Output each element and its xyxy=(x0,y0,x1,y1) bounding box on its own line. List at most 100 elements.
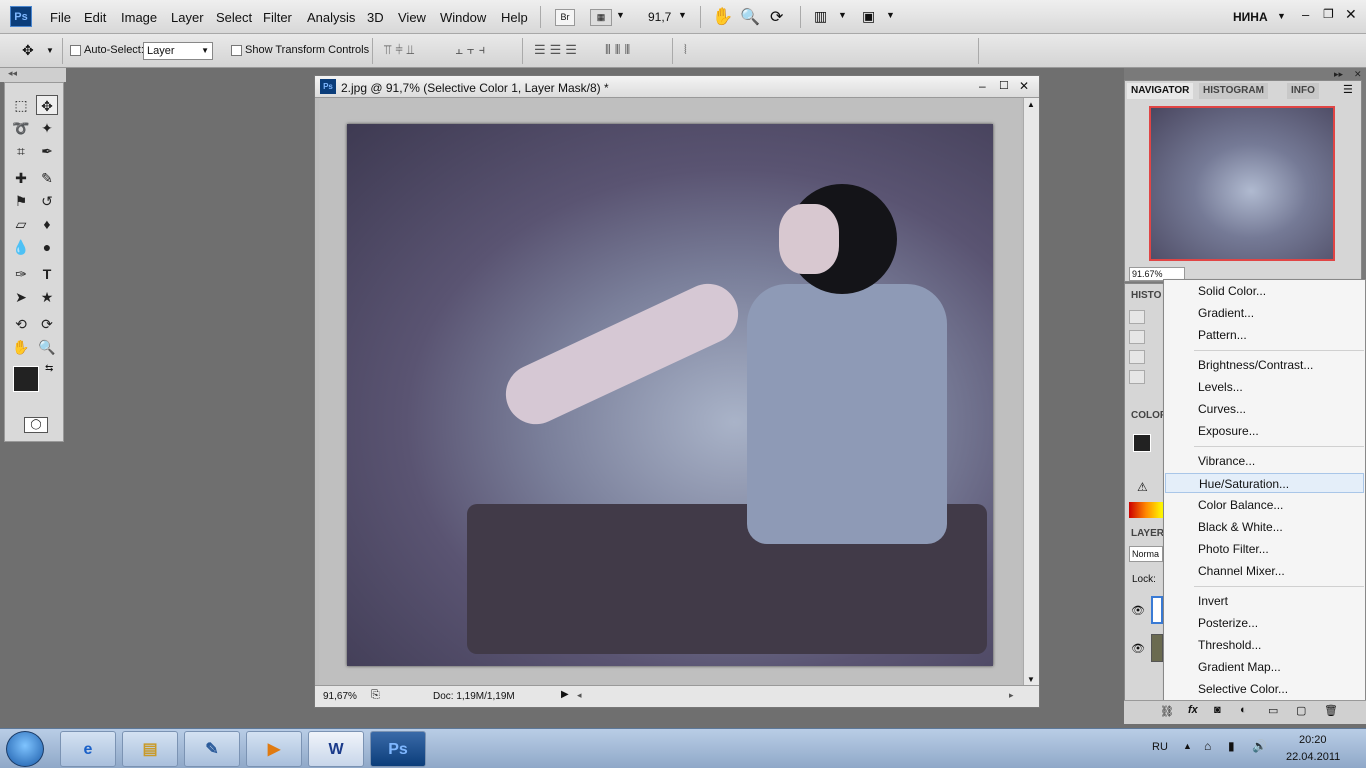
menu-item-photo-filter[interactable]: Photo Filter... xyxy=(1165,539,1364,559)
pen-tool-icon[interactable]: ✑ xyxy=(10,264,32,284)
menu-select[interactable]: Select xyxy=(216,10,252,25)
layer-thumbnail[interactable] xyxy=(1151,634,1163,662)
zoom-dropdown-icon[interactable]: ▼ xyxy=(678,10,687,20)
type-tool-icon[interactable]: T xyxy=(36,264,58,284)
quick-mask-icon[interactable]: ◯ xyxy=(24,417,48,433)
color-ramp[interactable] xyxy=(1129,502,1163,518)
navigator-thumbnail[interactable] xyxy=(1149,106,1335,261)
menu-edit[interactable]: Edit xyxy=(84,10,106,25)
zoom-tool-icon[interactable]: 🔍 xyxy=(36,337,58,357)
clock-date[interactable]: 22.04.2011 xyxy=(1286,751,1340,763)
new-group-icon[interactable]: ▭ xyxy=(1268,704,1278,717)
move-tool-icon[interactable]: ✥ xyxy=(22,42,34,59)
menu-item-black-white[interactable]: Black & White... xyxy=(1165,517,1364,537)
hand-tool-icon[interactable]: ✋ xyxy=(10,337,32,357)
tab-info[interactable]: INFO xyxy=(1287,83,1319,99)
blur-tool-icon[interactable]: 💧 xyxy=(10,237,32,257)
history-panel-label[interactable]: HISTO xyxy=(1131,290,1161,301)
history-item[interactable] xyxy=(1129,370,1145,384)
network-icon[interactable]: ⌂ xyxy=(1204,739,1211,753)
eyedropper-icon[interactable]: ✒ xyxy=(36,141,58,161)
history-item[interactable] xyxy=(1129,330,1145,344)
doc-info[interactable]: Doc: 1,19M/1,19M xyxy=(433,691,515,702)
3d-rotate-icon[interactable]: ⟲ xyxy=(10,314,32,334)
minimize-icon[interactable]: – xyxy=(1302,7,1309,22)
language-indicator[interactable]: RU xyxy=(1152,741,1168,753)
scroll-right-icon[interactable]: ▸ xyxy=(1009,690,1014,701)
dodge-tool-icon[interactable]: ● xyxy=(36,237,58,257)
close-dock-icon[interactable]: ✕ xyxy=(1354,69,1362,80)
menu-item-solid-color[interactable]: Solid Color... xyxy=(1165,281,1364,301)
word-icon[interactable]: W xyxy=(308,731,364,767)
history-item[interactable] xyxy=(1129,350,1145,364)
tab-histogram[interactable]: HISTOGRAM xyxy=(1199,83,1268,99)
menu-item-posterize[interactable]: Posterize... xyxy=(1165,613,1364,633)
menu-item-vibrance[interactable]: Vibrance... xyxy=(1165,451,1364,471)
menu-image[interactable]: Image xyxy=(121,10,157,25)
minimize-icon[interactable]: – xyxy=(979,79,986,93)
ie-icon[interactable]: e xyxy=(60,731,116,767)
chevron-down-icon[interactable]: ▼ xyxy=(616,10,625,20)
arrange-documents-icon[interactable]: ▥ xyxy=(814,8,827,25)
status-menu-icon[interactable]: ▶ xyxy=(561,689,569,700)
workspace-user[interactable]: НИНА xyxy=(1233,10,1268,24)
menu-item-curves[interactable]: Curves... xyxy=(1165,399,1364,419)
foreground-color-swatch[interactable] xyxy=(13,366,39,392)
image-app-icon[interactable]: ✎ xyxy=(184,731,240,767)
restore-icon[interactable]: ❐ xyxy=(1323,7,1334,21)
zoom-status[interactable]: 91,67% xyxy=(323,691,357,702)
start-button[interactable] xyxy=(6,731,44,767)
path-selection-icon[interactable]: ➤ xyxy=(10,287,32,307)
document-titlebar[interactable]: Ps 2.jpg @ 91,7% (Selective Color 1, Lay… xyxy=(315,76,1039,98)
visibility-eye-icon[interactable]: 👁 xyxy=(1131,642,1145,655)
marquee-tool-icon[interactable]: ⬚ xyxy=(10,95,32,115)
close-icon[interactable]: ✕ xyxy=(1019,79,1029,93)
chevron-down-icon[interactable]: ▼ xyxy=(1277,11,1286,21)
explorer-icon[interactable]: ▤ xyxy=(122,731,178,767)
maximize-icon[interactable]: ☐ xyxy=(999,79,1009,92)
status-options-icon[interactable]: ⎘ xyxy=(371,689,380,702)
shape-tool-icon[interactable]: ★ xyxy=(36,287,58,307)
distribute-horizontal-icons[interactable]: ⦀⦀⦀ xyxy=(605,42,634,58)
healing-brush-icon[interactable]: ✚ xyxy=(10,168,32,188)
menu-3d[interactable]: 3D xyxy=(367,10,384,25)
layer-mask-icon[interactable]: ◙ xyxy=(1214,704,1221,716)
layers-panel-label[interactable]: LAYER xyxy=(1131,528,1164,539)
menu-item-brightness-contrast[interactable]: Brightness/Contrast... xyxy=(1165,355,1364,375)
lasso-tool-icon[interactable]: ➰ xyxy=(10,118,32,138)
panel-menu-icon[interactable]: ☰ xyxy=(1343,83,1353,96)
rotate-view-icon[interactable]: ⟳ xyxy=(770,7,783,27)
align-edges-icons[interactable]: ⫪⫩⫫ xyxy=(384,42,418,58)
menu-item-channel-mixer[interactable]: Channel Mixer... xyxy=(1165,561,1364,581)
3d-orbit-icon[interactable]: ⟳ xyxy=(36,314,58,334)
auto-align-icon[interactable]: ⦚ xyxy=(684,42,687,58)
extras-icon[interactable]: ▦ xyxy=(590,9,612,26)
zoom-level[interactable]: 91,7 xyxy=(648,10,671,24)
crop-tool-icon[interactable]: ⌗ xyxy=(10,141,32,161)
history-item[interactable] xyxy=(1129,310,1145,324)
chevron-down-icon[interactable]: ▼ xyxy=(886,10,895,20)
layer-style-icon[interactable]: fx xyxy=(1188,704,1198,716)
menu-item-invert[interactable]: Invert xyxy=(1165,591,1364,611)
eraser-icon[interactable]: ▱ xyxy=(10,214,32,234)
history-brush-icon[interactable]: ↺ xyxy=(36,191,58,211)
signal-icon[interactable]: ▮ xyxy=(1228,739,1235,753)
layer-thumbnail[interactable] xyxy=(1151,596,1163,624)
volume-icon[interactable]: 🔊 xyxy=(1252,739,1267,753)
menu-window[interactable]: Window xyxy=(440,10,486,25)
blend-mode-dropdown[interactable]: Norma xyxy=(1129,546,1163,562)
menu-item-pattern[interactable]: Pattern... xyxy=(1165,325,1364,345)
link-layers-icon[interactable]: ⛓ xyxy=(1160,705,1174,718)
visibility-eye-icon[interactable]: 👁 xyxy=(1131,604,1145,617)
clock-time[interactable]: 20:20 xyxy=(1299,734,1327,746)
collapse-dock-icon[interactable]: ▸▸ xyxy=(1334,69,1343,80)
media-icon[interactable]: ▶ xyxy=(246,731,302,767)
brush-tool-icon[interactable]: ✎ xyxy=(36,168,58,188)
move-tool-icon[interactable]: ✥ xyxy=(36,95,58,115)
screen-mode-icon[interactable]: ▣ xyxy=(862,8,875,25)
auto-select-checkbox[interactable] xyxy=(70,45,81,56)
scroll-down-icon[interactable]: ▼ xyxy=(1027,675,1035,684)
close-icon[interactable]: ✕ xyxy=(1345,6,1357,23)
menu-item-threshold[interactable]: Threshold... xyxy=(1165,635,1364,655)
adjustment-layer-icon[interactable]: ◐ xyxy=(1240,704,1247,716)
